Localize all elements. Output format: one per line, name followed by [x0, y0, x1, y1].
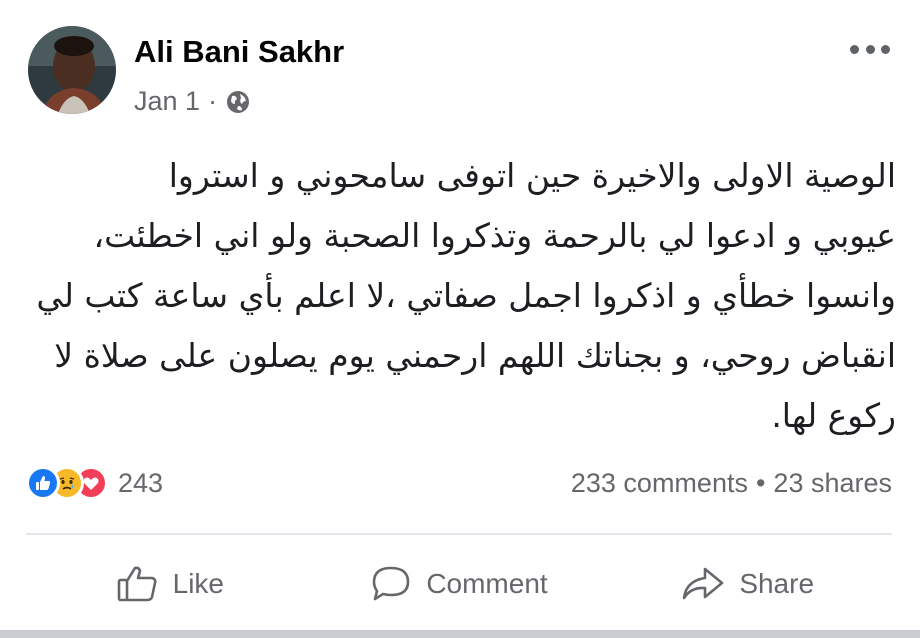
post-header: Ali Bani Sakhr Jan 1 · [28, 24, 890, 120]
bottom-separator [0, 630, 920, 638]
more-dot [881, 44, 890, 54]
post-date[interactable]: Jan 1 [134, 86, 200, 117]
like-reaction-icon [26, 466, 60, 500]
share-label: Share [739, 568, 815, 599]
post-stats: 243 233 comments • 23 shares [26, 462, 892, 506]
globe-icon[interactable] [225, 89, 251, 115]
reaction-count: 243 [118, 467, 164, 498]
more-dot [865, 44, 875, 54]
stats-bullet: • [755, 468, 766, 498]
engagement-counts: 233 comments • 23 shares [571, 468, 892, 499]
more-options-icon[interactable] [850, 42, 890, 56]
comments-count[interactable]: 233 comments [571, 468, 748, 499]
comment-label: Comment [426, 568, 548, 599]
avatar[interactable] [28, 26, 116, 114]
like-button[interactable]: Like [26, 545, 315, 623]
share-button[interactable]: Share [603, 545, 892, 623]
post-text: الوصية الاولى والاخيرة حين اتوفى سامحوني… [36, 156, 896, 435]
more-dot [850, 44, 859, 54]
author-name[interactable]: Ali Bani Sakhr [134, 34, 344, 70]
meta-separator: · [208, 86, 218, 116]
reactions-summary[interactable]: 243 [26, 466, 163, 500]
comment-bubble-icon [373, 566, 410, 601]
comment-button[interactable]: Comment [315, 545, 604, 623]
action-bar: Like Comment Share [26, 545, 892, 623]
divider [26, 533, 892, 535]
post-meta: Jan 1 · [134, 86, 251, 117]
shares-count[interactable]: 23 shares [773, 468, 892, 499]
thumbs-up-icon [117, 566, 157, 602]
share-arrow-icon [683, 567, 724, 600]
like-label: Like [172, 568, 225, 599]
